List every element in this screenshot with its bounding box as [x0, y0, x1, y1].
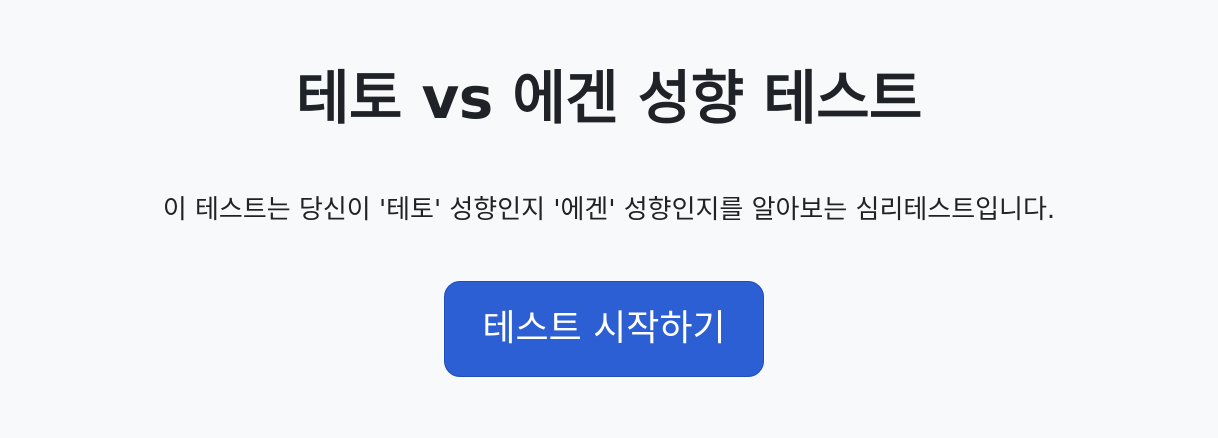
start-test-button[interactable]: 테스트 시작하기 — [444, 281, 764, 377]
page-title: 테토 vs 에겐 성향 테스트 — [296, 64, 922, 132]
test-description: 이 테스트는 당신이 '테토' 성향인지 '에겐' 성향인지를 알아보는 심리테… — [162, 195, 1056, 225]
intro-screen: 테토 vs 에겐 성향 테스트 이 테스트는 당신이 '테토' 성향인지 '에겐… — [0, 0, 1218, 438]
